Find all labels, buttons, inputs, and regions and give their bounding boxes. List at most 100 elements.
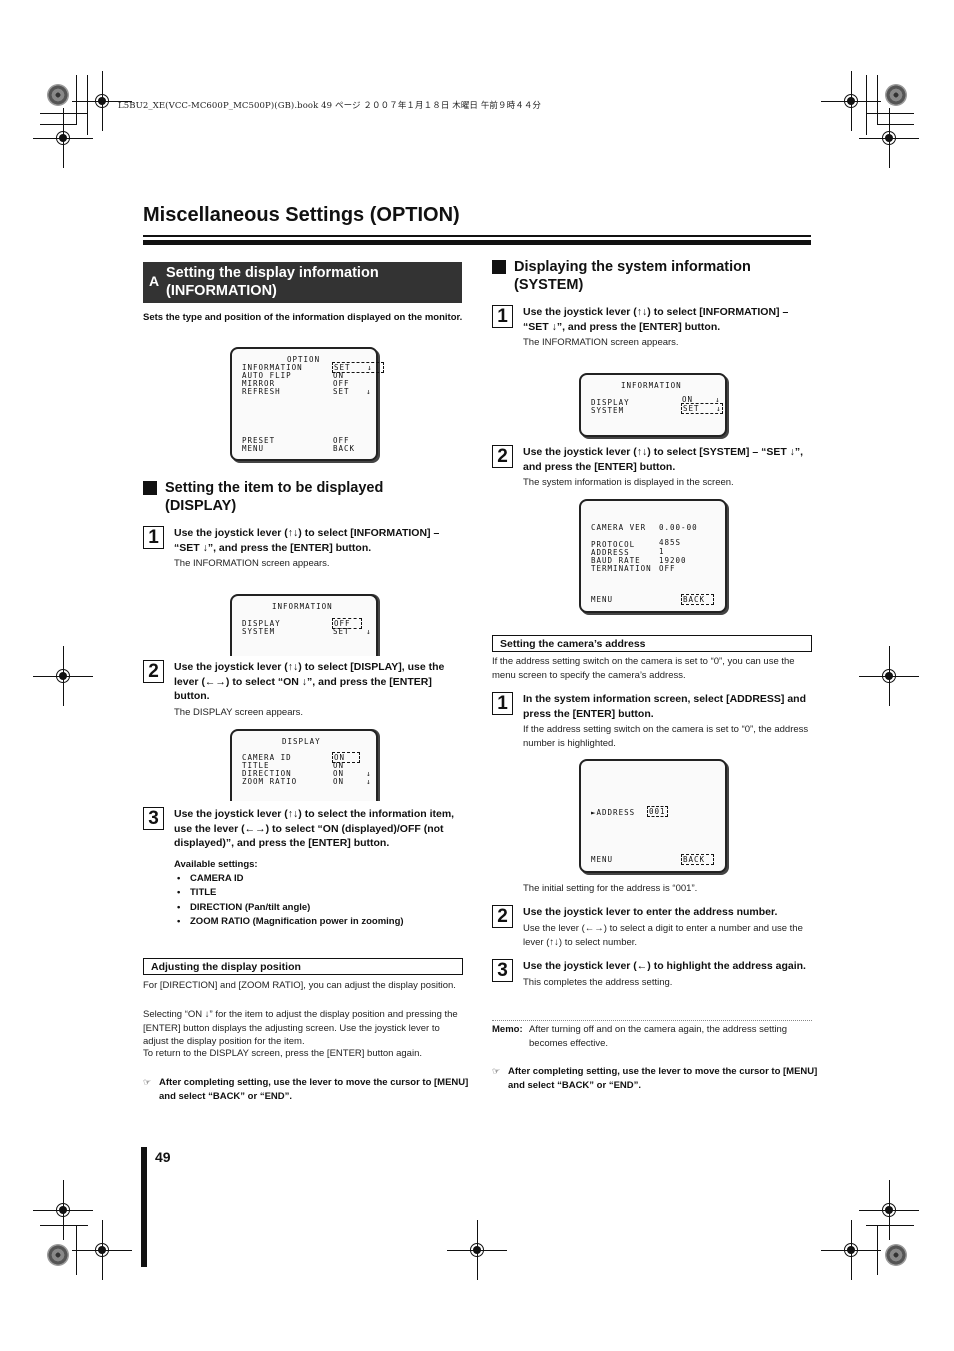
section-a-title: Setting the display information (INFORMA… [166,265,379,299]
left-step-3: 3 Use the joystick lever (↑↓) to select … [143,807,463,930]
screen-row-value: OFF [659,564,676,573]
title-rule [143,235,811,237]
address-step-1: 1 In the system information screen, sele… [492,692,812,751]
crop-line [76,75,77,125]
step-number: 2 [143,660,164,683]
step-result: Use the lever (←→) to select a digit to … [523,922,803,948]
crop-line [866,113,914,114]
camera-address-heading: Setting the camera’s address [492,635,812,652]
available-setting-item: CAMERA ID [174,872,463,887]
crop-line [877,75,878,125]
crosshair-mark-icon [859,1180,919,1240]
step-number: 3 [492,959,513,982]
step-number: 3 [143,807,164,830]
screen-row-value-selected: SET ↓ [681,403,723,414]
address-initial-setting: The initial setting for the address is “… [523,883,698,894]
system-heading: Displaying the system information (SYSTE… [492,258,834,294]
screen-row-value: 0.00-00 [659,523,698,532]
screen-row-label: TERMINATION [591,564,652,573]
step-instruction: Use the joystick lever (↑↓) to select [I… [523,306,789,333]
screen-row-label: MENU [242,444,265,453]
screen-menu-value-selected: BACK [681,594,715,605]
adjust-paragraph-3: To return to the DISPLAY screen, press t… [143,1048,422,1059]
registration-target-icon [47,84,69,106]
pointing-hand-icon: ☞ [143,1077,152,1087]
step-result: The INFORMATION screen appears. [174,558,330,569]
step-number: 2 [492,445,513,468]
page-title: Miscellaneous Settings (OPTION) [143,204,460,226]
screen-row-value: BACK [333,444,356,453]
page-edge-bar [141,1147,147,1267]
screen-row-label: SYSTEM [591,406,625,415]
step-instruction: Use the joystick lever (←) to highlight … [523,960,806,972]
section-square-icon [143,481,157,495]
memo-divider [492,1020,812,1021]
step-number: 1 [492,692,513,715]
available-settings-list: CAMERA ID TITLE DIRECTION (Pan/tilt angl… [174,872,463,930]
screen-row-label: REFRESH [242,387,281,396]
left-completion-note: ☞ After completing setting, use the leve… [143,1077,469,1102]
registration-target-icon [47,1244,69,1266]
right-step-2: 2 Use the joystick lever (↑↓) to select … [492,445,812,490]
adjust-paragraph-1: For [DIRECTION] and [ZOOM RATIO], you ca… [143,980,456,991]
crosshair-mark-icon [859,108,919,168]
crosshair-mark-icon [33,108,93,168]
step-instruction: Use the joystick lever (↑↓) to select [I… [174,527,440,554]
crosshair-mark-icon [72,71,132,131]
information-screen-system: INFORMATION DISPLAY ON ↓ SYSTEM SET ↓ [579,373,727,437]
adjust-position-heading: Adjusting the display position [143,958,463,975]
crosshair-mark-icon [33,1180,93,1240]
crosshair-mark-icon [72,1220,132,1280]
crop-line [76,1225,77,1275]
step-result: This completes the address setting. [523,976,673,988]
adjust-paragraph-2: Selecting “ON ↓” for the item to adjust … [143,1009,458,1047]
screen-row-value: SET ↓ [333,387,372,396]
step-instruction: In the system information screen, select… [523,693,806,720]
crosshair-mark-icon [821,71,881,131]
address-value-highlighted: 001 [647,806,668,817]
screen-row-value: 1 [659,547,665,556]
screen-row-label: SYSTEM [242,627,276,636]
crop-line [877,124,914,125]
address-screen: ►ADDRESS 001 MENU BACK [579,759,727,873]
available-setting-item: TITLE [174,886,463,901]
address-step-3: 3 Use the joystick lever (←) to highligh… [492,959,812,990]
screen-menu-label: MENU [591,595,614,604]
step-result: The INFORMATION screen appears. [523,337,679,348]
step-instruction: Use the joystick lever (↑↓) to select th… [174,808,455,849]
available-settings-label: Available settings: [174,858,258,870]
registration-target-icon [885,1244,907,1266]
step-instruction: Use the joystick lever to enter the addr… [523,906,778,918]
available-setting-item: ZOOM RATIO (Magnification power in zoomi… [174,915,463,930]
section-square-icon [492,260,506,274]
crop-line [877,1225,878,1275]
screen-row-label: ZOOM RATIO [242,777,298,786]
screen-title: INFORMATION [272,602,333,611]
title-rule-thick [143,240,811,245]
crosshair-mark-icon [821,1220,881,1280]
step-number: 1 [143,526,164,549]
crop-line [40,1225,88,1226]
display-screen: DISPLAY CAMERA ID ON TITLE ON DIRECTION … [230,729,378,801]
step-result: The system information is displayed in t… [523,477,734,488]
crosshair-mark-icon [447,1220,507,1280]
memo-text: After turning off and on the camera agai… [529,1024,788,1049]
step-instruction: Use the joystick lever (↑↓) to select [S… [523,446,804,473]
crop-line [87,75,88,135]
section-letter: A [149,273,160,289]
screen-title: DISPLAY [282,737,321,746]
memo: Memo: After turning off and on the camer… [492,1023,812,1050]
crosshair-mark-icon [859,646,919,706]
screen-row-label: CAMERA VER [591,523,647,532]
step-instruction: Use the joystick lever (↑↓) to select [D… [174,661,445,702]
left-step-1: 1 Use the joystick lever (↑↓) to select … [143,526,463,571]
screen-row-value: ON ↓ [333,777,372,786]
screen-menu-value-selected: BACK [681,854,715,865]
crop-line [40,124,77,125]
address-row-label: ►ADDRESS [591,808,636,817]
step-number: 2 [492,905,513,928]
step-result: If the address setting switch on the cam… [523,724,809,749]
crop-line [40,113,88,114]
step-result: The DISPLAY screen appears. [174,706,304,718]
screen-menu-label: MENU [591,855,614,864]
